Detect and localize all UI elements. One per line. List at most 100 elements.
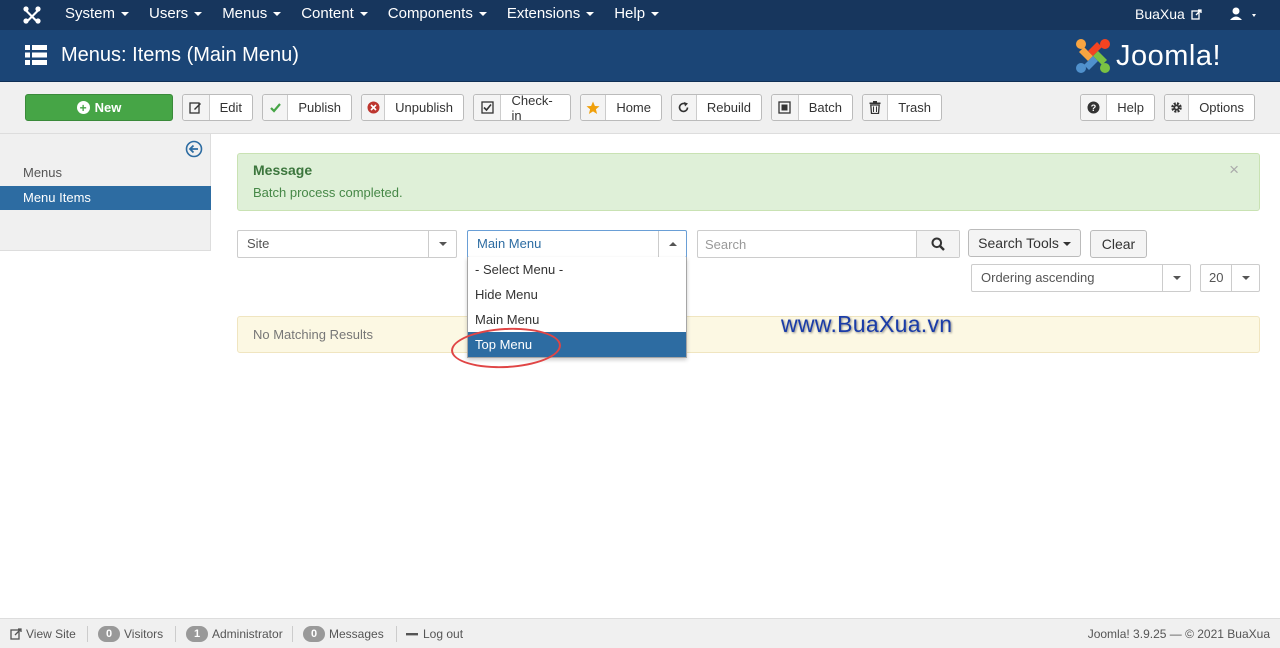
new-button-label: New <box>94 100 122 115</box>
ordering-select[interactable]: Ordering ascending <box>971 264 1191 292</box>
user-menu[interactable] <box>1228 6 1260 24</box>
menu-option-select[interactable]: - Select Menu - <box>468 257 686 282</box>
no-results-alert: No Matching Results <box>237 316 1260 353</box>
batch-square-icon <box>772 95 799 120</box>
divider <box>87 626 88 642</box>
site-link[interactable]: BuaXua <box>1135 0 1202 28</box>
search-tools-button[interactable]: Search Tools <box>968 229 1081 257</box>
menu-users[interactable]: Users <box>139 0 212 30</box>
unpublish-button[interactable]: Unpublish <box>361 94 464 121</box>
ordering-select-value: Ordering ascending <box>981 270 1095 285</box>
search-input[interactable] <box>698 231 916 257</box>
admin-badge: 1 <box>186 626 208 642</box>
new-button[interactable]: + New <box>25 94 173 121</box>
client-select[interactable]: Site <box>237 230 457 258</box>
gear-icon <box>1165 95 1190 120</box>
star-icon <box>581 95 607 120</box>
user-icon <box>1230 7 1256 20</box>
menu-help[interactable]: Help <box>604 0 669 30</box>
search-tools-label: Search Tools <box>978 235 1059 251</box>
visitors-info: 0 Visitors <box>98 619 163 648</box>
chevron-down-icon <box>194 12 203 17</box>
brand-name: Joomla! <box>1116 40 1222 72</box>
status-bar: View Site 0 Visitors 1 Administrator 0 M… <box>0 618 1280 648</box>
chevron-down-icon <box>1162 265 1190 291</box>
checkin-button-label: Check-in <box>511 92 553 123</box>
logout-link[interactable]: Log out <box>406 619 463 648</box>
chevron-down-icon <box>428 231 456 257</box>
rebuild-button[interactable]: Rebuild <box>671 94 762 121</box>
admin-info: 1 Administrator <box>186 619 283 648</box>
menu-select[interactable]: Main Menu <box>467 230 687 258</box>
messages-link[interactable]: 0 Messages <box>303 619 384 648</box>
sidebar: Menus Menu Items <box>0 134 211 251</box>
menu-select-value: Main Menu <box>477 236 542 251</box>
sidebar-item-label: Menus <box>23 165 63 180</box>
menu-option-hide-menu[interactable]: Hide Menu <box>468 282 686 307</box>
limit-select[interactable]: 20 <box>1200 264 1260 292</box>
visitors-label: Visitors <box>124 627 164 641</box>
page-title: Menus: Items (Main Menu) <box>61 44 299 66</box>
visitors-badge: 0 <box>98 626 120 642</box>
search-box <box>697 230 960 258</box>
options-button[interactable]: Options <box>1164 94 1255 121</box>
checkin-button[interactable]: Check-in <box>473 92 571 123</box>
menu-users-label: Users <box>149 5 189 22</box>
trash-button[interactable]: Trash <box>862 94 942 121</box>
version-info: Joomla! 3.9.25 — © 2021 BuaXua <box>1087 627 1270 641</box>
main-menubar: System Users Menus Content Components Ex… <box>55 0 669 30</box>
menu-system-label: System <box>65 5 116 22</box>
minus-icon <box>406 633 418 636</box>
chevron-down-icon <box>1062 242 1071 247</box>
edit-button[interactable]: Edit <box>182 94 253 121</box>
clear-button[interactable]: Clear <box>1090 230 1147 258</box>
watermark: www.BuaXua.vn <box>781 311 953 337</box>
sidebar-item-menu-items[interactable]: Menu Items <box>0 186 211 210</box>
collapse-sidebar-icon[interactable] <box>185 140 203 158</box>
batch-button[interactable]: Batch <box>771 94 853 121</box>
trash-button-label: Trash <box>898 100 931 115</box>
joomla-logo-icon <box>1076 39 1110 73</box>
home-button[interactable]: Home <box>580 94 662 121</box>
menu-extensions-label: Extensions <box>506 5 581 22</box>
menu-extensions[interactable]: Extensions <box>497 0 604 30</box>
view-site-label: View Site <box>26 627 76 641</box>
no-results-text: No Matching Results <box>253 327 373 342</box>
menu-menus[interactable]: Menus <box>212 0 291 30</box>
plus-circle-icon: + <box>76 101 90 114</box>
joomla-logo-icon[interactable] <box>22 5 42 25</box>
menu-components-label: Components <box>387 5 473 22</box>
divider <box>175 626 176 642</box>
chevron-down-icon <box>1231 265 1259 291</box>
edit-button-label: Edit <box>219 100 242 115</box>
menu-components[interactable]: Components <box>378 0 497 30</box>
menu-content[interactable]: Content <box>291 0 378 30</box>
search-icon <box>931 237 945 251</box>
external-link-icon <box>10 628 22 640</box>
help-button-label: Help <box>1117 100 1144 115</box>
success-message: Message Batch process completed. × <box>237 153 1260 211</box>
chevron-down-icon <box>651 12 660 17</box>
close-icon[interactable]: × <box>1229 160 1239 180</box>
menu-menus-label: Menus <box>222 5 268 22</box>
publish-button[interactable]: Publish <box>262 94 352 121</box>
menu-system[interactable]: System <box>55 0 139 30</box>
edit-icon <box>183 95 210 120</box>
help-button[interactable]: ? Help <box>1080 94 1155 121</box>
sidebar-item-menus[interactable]: Menus <box>0 161 211 185</box>
chevron-down-icon <box>359 12 368 17</box>
unpublish-button-label: Unpublish <box>395 100 453 115</box>
search-button[interactable] <box>916 231 959 257</box>
menu-help-label: Help <box>614 5 646 22</box>
admin-label: Administrator <box>212 627 283 641</box>
logout-label: Log out <box>423 627 464 641</box>
toolbar: + New Edit Publish Unpublish Check-in Ho… <box>0 82 1280 134</box>
svg-text:?: ? <box>1091 103 1097 113</box>
list-menu-icon <box>25 45 47 65</box>
rebuild-button-label: Rebuild <box>706 100 751 115</box>
trash-icon <box>863 95 889 120</box>
refresh-icon <box>672 95 697 120</box>
chevron-up-icon <box>658 231 686 257</box>
view-site-link[interactable]: View Site <box>10 619 76 648</box>
batch-button-label: Batch <box>808 100 842 115</box>
